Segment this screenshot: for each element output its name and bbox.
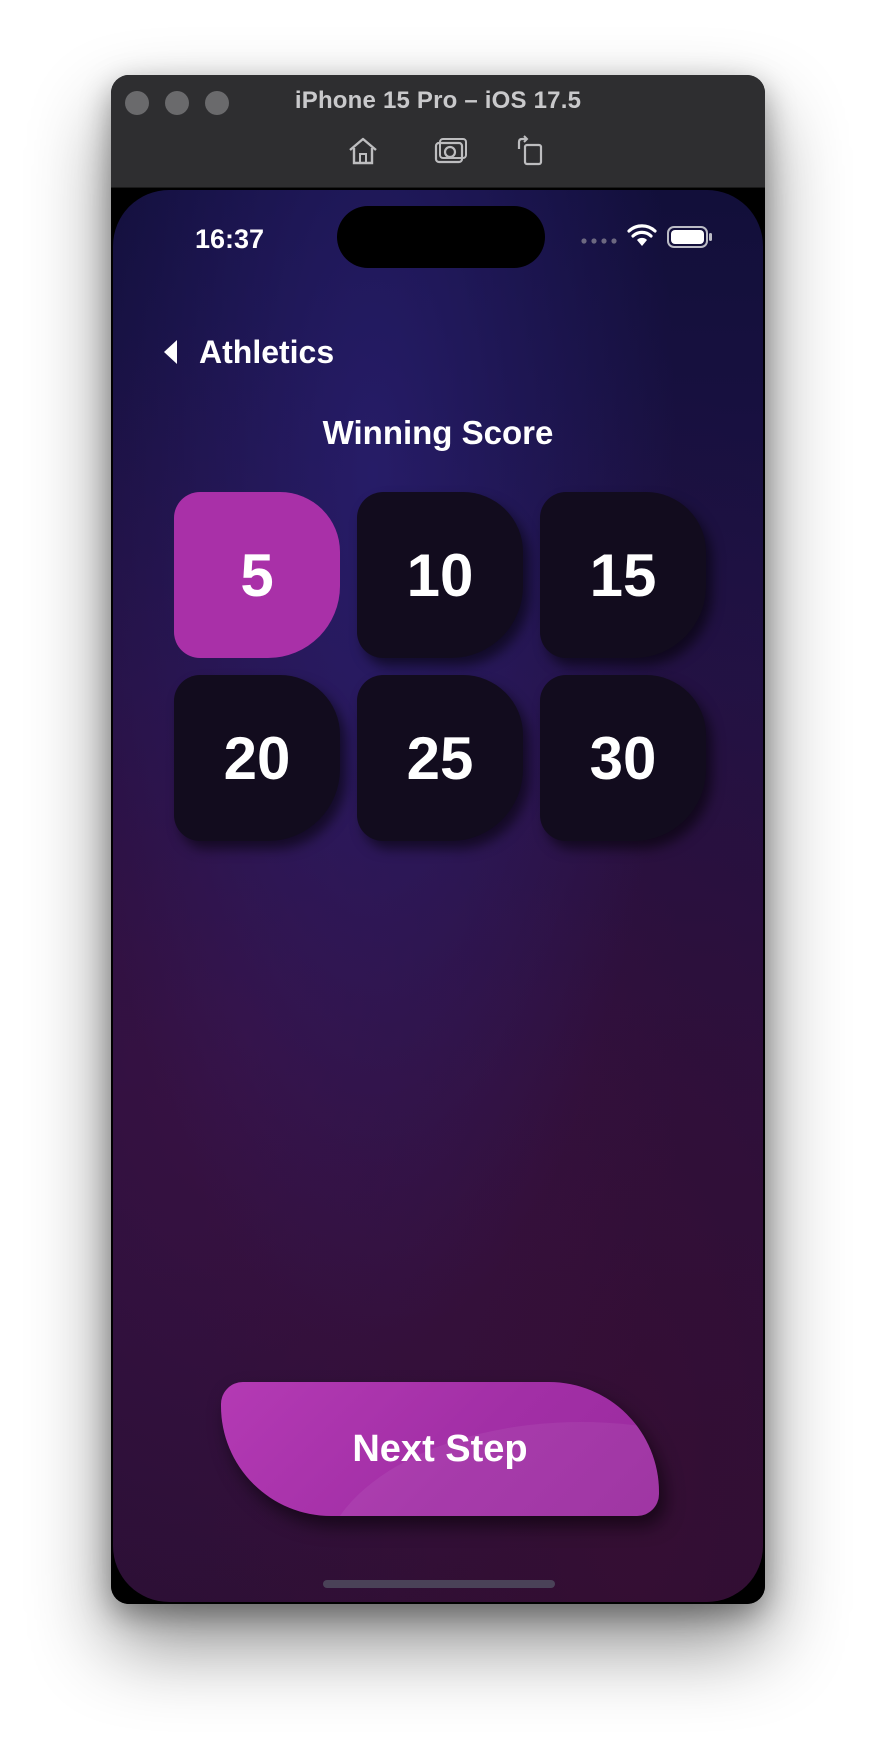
score-option-30[interactable]: 30: [540, 675, 706, 841]
back-label: Athletics: [199, 333, 335, 370]
cellular-dots-icon: [581, 238, 617, 244]
score-option-25[interactable]: 25: [357, 675, 523, 841]
wifi-icon: [627, 224, 657, 246]
score-option-20[interactable]: 20: [174, 675, 340, 841]
home-icon[interactable]: [345, 135, 381, 167]
back-button[interactable]: Athletics: [161, 330, 334, 374]
app-screen: 16:37 Athletics Winning Score 5 10 15 20…: [113, 190, 763, 1602]
dynamic-island: [337, 206, 545, 268]
simulator-titlebar: iPhone 15 Pro – iOS 17.5: [111, 75, 765, 188]
simulator-window: iPhone 15 Pro – iOS 17.5 16:37 Athletics…: [111, 75, 765, 1604]
next-step-label: Next Step: [352, 1427, 528, 1470]
home-indicator[interactable]: [323, 1580, 555, 1588]
score-option-10[interactable]: 10: [357, 492, 523, 658]
back-chevron-icon: [164, 340, 177, 364]
next-step-button[interactable]: Next Step: [221, 1382, 659, 1516]
winning-score-title: Winning Score: [322, 414, 554, 451]
score-option-5[interactable]: 5: [174, 492, 340, 658]
phone-frame: 16:37 Athletics Winning Score 5 10 15 20…: [111, 188, 765, 1604]
stage: iPhone 15 Pro – iOS 17.5 16:37 Athletics…: [0, 0, 878, 1754]
status-time: 16:37: [195, 224, 265, 254]
window-title: iPhone 15 Pro – iOS 17.5: [294, 87, 582, 114]
screenshot-icon[interactable]: [433, 135, 469, 167]
rotate-icon[interactable]: [513, 135, 549, 167]
score-option-15[interactable]: 15: [540, 492, 706, 658]
battery-icon: [667, 226, 712, 248]
